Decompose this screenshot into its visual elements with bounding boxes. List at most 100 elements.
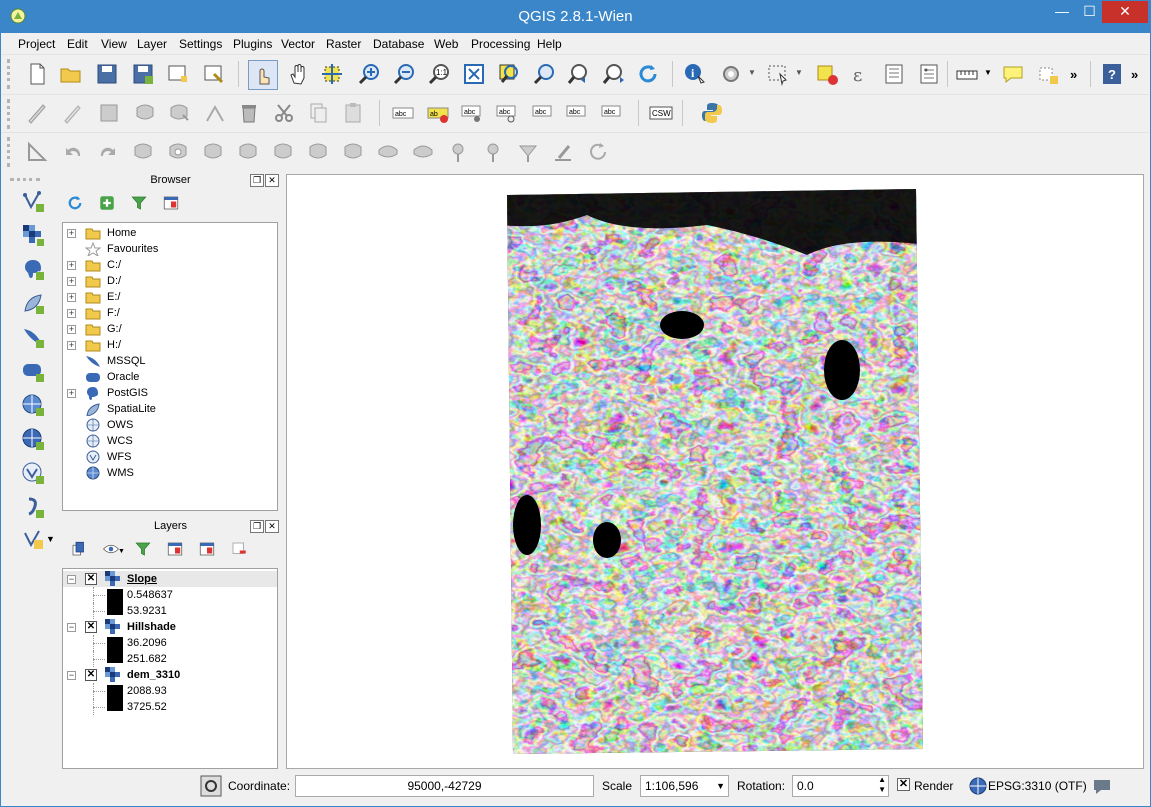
- new-shapefile-layer-icon[interactable]: [20, 526, 46, 552]
- new-layer-dropdown-icon[interactable]: ▼: [46, 534, 55, 544]
- crs-status[interactable]: EPSG:3310 (OTF): [988, 779, 1087, 793]
- map-canvas[interactable]: [286, 174, 1144, 769]
- field-calculator-icon[interactable]: ε: [847, 61, 873, 87]
- layer-visibility-checkbox[interactable]: ✕: [85, 621, 97, 633]
- statistical-summary-icon[interactable]: [916, 61, 942, 87]
- current-edits-icon[interactable]: [24, 100, 50, 126]
- add-wms-layer-icon[interactable]: [20, 392, 46, 418]
- measure-dropdown-icon[interactable]: ▼: [984, 68, 992, 77]
- refresh-icon[interactable]: [64, 192, 86, 214]
- menu-processing[interactable]: Processing: [471, 37, 530, 51]
- browser-item[interactable]: + H:/: [63, 337, 277, 353]
- browser-item[interactable]: + PostGIS: [63, 385, 277, 401]
- pan-to-selection-icon[interactable]: [319, 61, 345, 87]
- toolbar-grip[interactable]: [10, 178, 40, 184]
- layers-close-button[interactable]: ✕: [265, 520, 279, 533]
- minimize-button[interactable]: —: [1048, 1, 1076, 23]
- select-dropdown-icon[interactable]: ▼: [795, 68, 803, 77]
- undo-icon[interactable]: [60, 139, 86, 165]
- move-feature-icon[interactable]: [166, 100, 192, 126]
- show-hide-labels-icon[interactable]: abc: [494, 100, 520, 126]
- save-as-icon[interactable]: [130, 61, 156, 87]
- merge-attributes-icon[interactable]: [515, 139, 541, 165]
- new-print-composer-icon[interactable]: [165, 61, 191, 87]
- zoom-to-selection-icon[interactable]: [496, 61, 522, 87]
- split-features-icon[interactable]: [410, 139, 436, 165]
- layers-float-button[interactable]: ❐: [250, 520, 264, 533]
- touch-zoom-pan-icon[interactable]: [248, 60, 278, 90]
- collapse-all-icon[interactable]: [160, 192, 182, 214]
- expand-toggle[interactable]: +: [67, 388, 76, 398]
- expand-toggle[interactable]: +: [67, 308, 76, 318]
- layer-item[interactable]: − ✕ Hillshade: [63, 619, 277, 635]
- csw-metasearch-icon[interactable]: CSW: [648, 100, 674, 126]
- rotate-point-symbols-icon[interactable]: [550, 139, 576, 165]
- add-selected-layers-icon[interactable]: [96, 192, 118, 214]
- change-label-icon[interactable]: abc: [599, 100, 625, 126]
- map-tips-icon[interactable]: [1000, 61, 1026, 87]
- toolbar-grip[interactable]: [7, 99, 13, 129]
- new-bookmark-icon[interactable]: [1035, 61, 1061, 87]
- layer-labeling-icon[interactable]: abc: [390, 100, 416, 126]
- coordinate-field[interactable]: 95000,-42729: [295, 775, 594, 797]
- identify-features-icon[interactable]: i: [682, 61, 708, 87]
- open-project-icon[interactable]: [58, 61, 84, 87]
- add-oracle-layer-icon[interactable]: [20, 358, 46, 384]
- add-spatialite-layer-icon[interactable]: [20, 290, 46, 316]
- help-contents-icon[interactable]: ?: [1099, 61, 1125, 87]
- collapse-toggle[interactable]: −: [67, 622, 76, 632]
- rotation-stepper-icon[interactable]: ▲ ▼: [878, 775, 886, 795]
- delete-part-icon[interactable]: [305, 139, 331, 165]
- delete-ring-icon[interactable]: [270, 139, 296, 165]
- reshape-features-icon[interactable]: [340, 139, 366, 165]
- browser-item[interactable]: WFS: [63, 449, 277, 465]
- browser-item[interactable]: WCS: [63, 433, 277, 449]
- menu-web[interactable]: Web: [434, 37, 458, 51]
- expand-toggle[interactable]: +: [67, 340, 76, 350]
- delete-selected-icon[interactable]: [236, 100, 262, 126]
- pan-map-icon[interactable]: [286, 61, 312, 87]
- toolbar-more-icon[interactable]: »: [1070, 67, 1077, 82]
- move-label-icon[interactable]: abc: [530, 100, 556, 126]
- messages-icon[interactable]: [1089, 773, 1115, 799]
- browser-item[interactable]: + C:/: [63, 257, 277, 273]
- browser-item[interactable]: MSSQL: [63, 353, 277, 369]
- rotation-spinbox[interactable]: 0.0 ▲ ▼: [792, 775, 889, 797]
- add-vector-layer-icon[interactable]: [20, 188, 46, 214]
- browser-item[interactable]: + D:/: [63, 273, 277, 289]
- add-wcs-layer-icon[interactable]: [20, 426, 46, 452]
- simplify-feature-icon[interactable]: [130, 139, 156, 165]
- expand-toggle[interactable]: +: [67, 276, 76, 286]
- browser-item[interactable]: OWS: [63, 417, 277, 433]
- expand-all-icon[interactable]: [164, 538, 186, 560]
- fill-ring-icon[interactable]: [235, 139, 261, 165]
- browser-float-button[interactable]: ❐: [250, 174, 264, 187]
- split-parts-icon[interactable]: [445, 139, 471, 165]
- add-feature-icon[interactable]: [132, 100, 158, 126]
- node-tool-icon[interactable]: [202, 100, 228, 126]
- toolbar-grip[interactable]: [7, 137, 13, 167]
- browser-item[interactable]: + F:/: [63, 305, 277, 321]
- add-mssql-layer-icon[interactable]: [20, 324, 46, 350]
- new-project-icon[interactable]: [24, 61, 50, 87]
- filter-browser-icon[interactable]: [128, 192, 150, 214]
- measure-line-icon[interactable]: [954, 61, 980, 87]
- advanced-digitizing-icon[interactable]: [24, 139, 50, 165]
- save-edits-icon[interactable]: [96, 100, 122, 126]
- add-raster-layer-icon[interactable]: [20, 222, 46, 248]
- rotate-label-icon[interactable]: abc: [564, 100, 590, 126]
- collapse-toggle[interactable]: −: [67, 574, 76, 584]
- rotate-feature-icon[interactable]: [585, 139, 611, 165]
- deselect-features-icon[interactable]: [814, 61, 840, 87]
- add-ring-icon[interactable]: [165, 139, 191, 165]
- zoom-last-icon[interactable]: [566, 61, 592, 87]
- browser-item[interactable]: Favourites: [63, 241, 277, 257]
- remove-layer-icon[interactable]: [228, 538, 250, 560]
- filter-legend-icon[interactable]: [132, 538, 154, 560]
- toggle-extents-icon[interactable]: [198, 773, 224, 799]
- browser-item[interactable]: Oracle: [63, 369, 277, 385]
- menu-help[interactable]: Help: [537, 37, 562, 51]
- menu-raster[interactable]: Raster: [326, 37, 361, 51]
- zoom-next-icon[interactable]: [601, 61, 627, 87]
- menu-view[interactable]: View: [101, 37, 127, 51]
